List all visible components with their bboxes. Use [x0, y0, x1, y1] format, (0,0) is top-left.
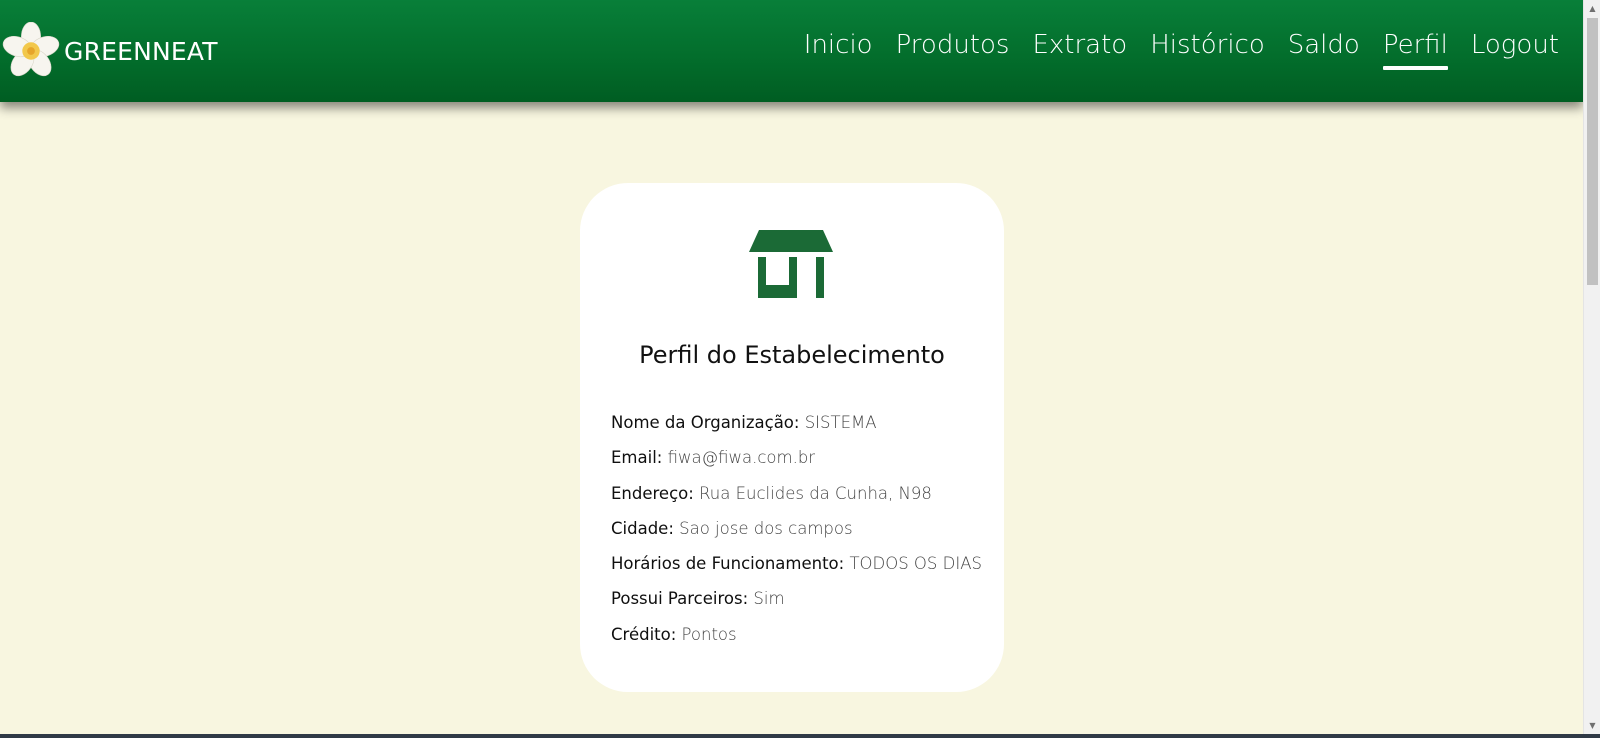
field-credit: Crédito: Pontos [611, 625, 991, 660]
field-value: SISTEMA [804, 413, 877, 432]
profile-card: Perfil do Estabelecimento Nome da Organi… [580, 183, 1004, 692]
field-value: Rua Euclides da Cunha, N98 [699, 483, 932, 503]
field-organization: Nome da Organização: SISTEMA [611, 413, 991, 448]
nav-logout[interactable]: Logout [1471, 30, 1559, 68]
field-label: Cidade: [611, 518, 674, 538]
profile-fields: Nome da Organização: SISTEMA Email: fiwa… [611, 413, 991, 660]
field-label: Email: [611, 448, 663, 468]
scroll-up-arrow-icon[interactable]: ▲ [1584, 0, 1600, 17]
field-value: Pontos [681, 624, 737, 644]
nav-saldo[interactable]: Saldo [1288, 30, 1360, 68]
profile-title: Perfil do Estabelecimento [639, 341, 945, 369]
nav-produtos[interactable]: Produtos [896, 30, 1010, 68]
brand-name: GREENNEAT [64, 36, 218, 66]
nav-historico[interactable]: Histórico [1150, 30, 1265, 68]
scroll-down-arrow-icon[interactable]: ▼ [1584, 717, 1600, 734]
field-value: Sim [753, 589, 785, 609]
main-nav: Inicio Produtos Extrato Histórico Saldo … [781, 30, 1559, 70]
brand[interactable]: GREENNEAT [2, 21, 218, 81]
nav-perfil[interactable]: Perfil [1382, 30, 1448, 70]
field-partners: Possui Parceiros: Sim [611, 589, 991, 624]
field-label: Horários de Funcionamento: [611, 554, 845, 574]
nav-extrato[interactable]: Extrato [1032, 30, 1127, 68]
field-label: Possui Parceiros: [611, 589, 749, 609]
field-value: fiwa@fiwa.com.br [667, 448, 816, 468]
nav-inicio[interactable]: Inicio [804, 30, 873, 68]
field-city: Cidade: Sao jose dos campos [611, 519, 991, 554]
field-address: Endereço: Rua Euclides da Cunha, N98 [611, 484, 991, 519]
store-icon [749, 230, 833, 298]
scroll-thumb[interactable] [1587, 18, 1598, 285]
page-viewport: GREENNEAT Inicio Produtos Extrato Histór… [0, 0, 1583, 734]
top-navbar: GREENNEAT Inicio Produtos Extrato Histór… [0, 0, 1583, 102]
field-value: TODOS OS DIAS [849, 554, 982, 574]
field-label: Nome da Organização: [611, 413, 800, 432]
field-value: Sao jose dos campos [679, 518, 853, 538]
window-bottom-edge [0, 734, 1600, 738]
field-label: Crédito: [611, 624, 677, 644]
field-label: Endereço: [611, 483, 694, 503]
field-opening-hours: Horários de Funcionamento: TODOS OS DIAS [611, 554, 991, 589]
vertical-scrollbar[interactable]: ▲ ▼ [1583, 0, 1600, 734]
plumeria-flower-icon [2, 22, 60, 77]
field-email: Email: fiwa@fiwa.com.br [611, 448, 991, 483]
